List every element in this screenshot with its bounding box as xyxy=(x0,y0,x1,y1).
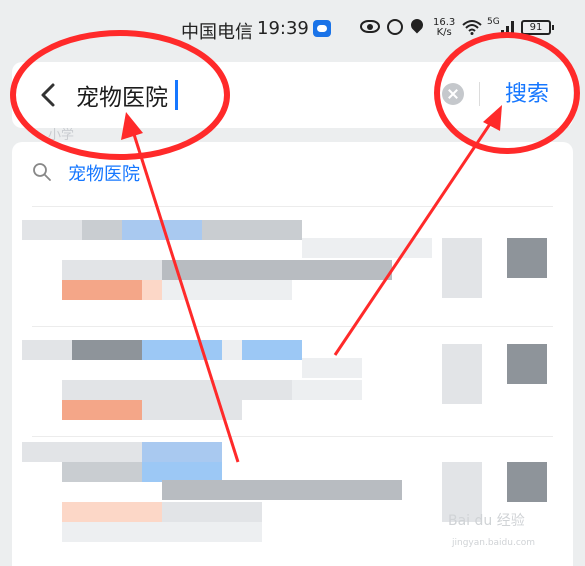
divider xyxy=(32,206,553,207)
results-panel: 宠物医院 xyxy=(12,142,573,566)
clock: 19:39 xyxy=(257,18,309,39)
suggestion-label: 宠物医院 xyxy=(68,164,140,185)
speed-unit: K/s xyxy=(436,27,452,38)
eye-icon xyxy=(360,20,380,33)
divider xyxy=(32,326,553,327)
battery-indicator: 91 xyxy=(521,20,554,35)
result-item[interactable] xyxy=(12,338,573,436)
watermark-brand: Bai du 经验 xyxy=(448,513,525,529)
message-icon xyxy=(313,20,331,37)
network-type: 5G xyxy=(487,17,500,27)
search-icon xyxy=(33,163,51,181)
location-icon xyxy=(408,16,426,34)
wifi-icon xyxy=(462,20,482,35)
network-speed: 16.3 K/s xyxy=(433,18,455,38)
divider xyxy=(479,82,480,106)
alarm-icon xyxy=(387,19,403,35)
back-button[interactable] xyxy=(34,77,64,113)
text-cursor xyxy=(175,80,178,110)
suggestion-item[interactable]: 宠物医院 xyxy=(12,154,573,194)
search-input[interactable] xyxy=(76,75,406,115)
status-bar: 中国电信 19:39 16.3 K/s 5G 91 xyxy=(0,16,585,46)
result-item[interactable] xyxy=(12,218,573,316)
search-button[interactable]: 搜索 xyxy=(492,75,562,115)
watermark-site: jingyan.baidu.com xyxy=(452,538,536,548)
carrier-label: 中国电信 xyxy=(181,22,253,43)
divider xyxy=(32,436,553,437)
clear-icon[interactable] xyxy=(442,83,464,105)
signal-icon xyxy=(501,21,514,35)
search-bar: 搜索 xyxy=(12,62,573,128)
